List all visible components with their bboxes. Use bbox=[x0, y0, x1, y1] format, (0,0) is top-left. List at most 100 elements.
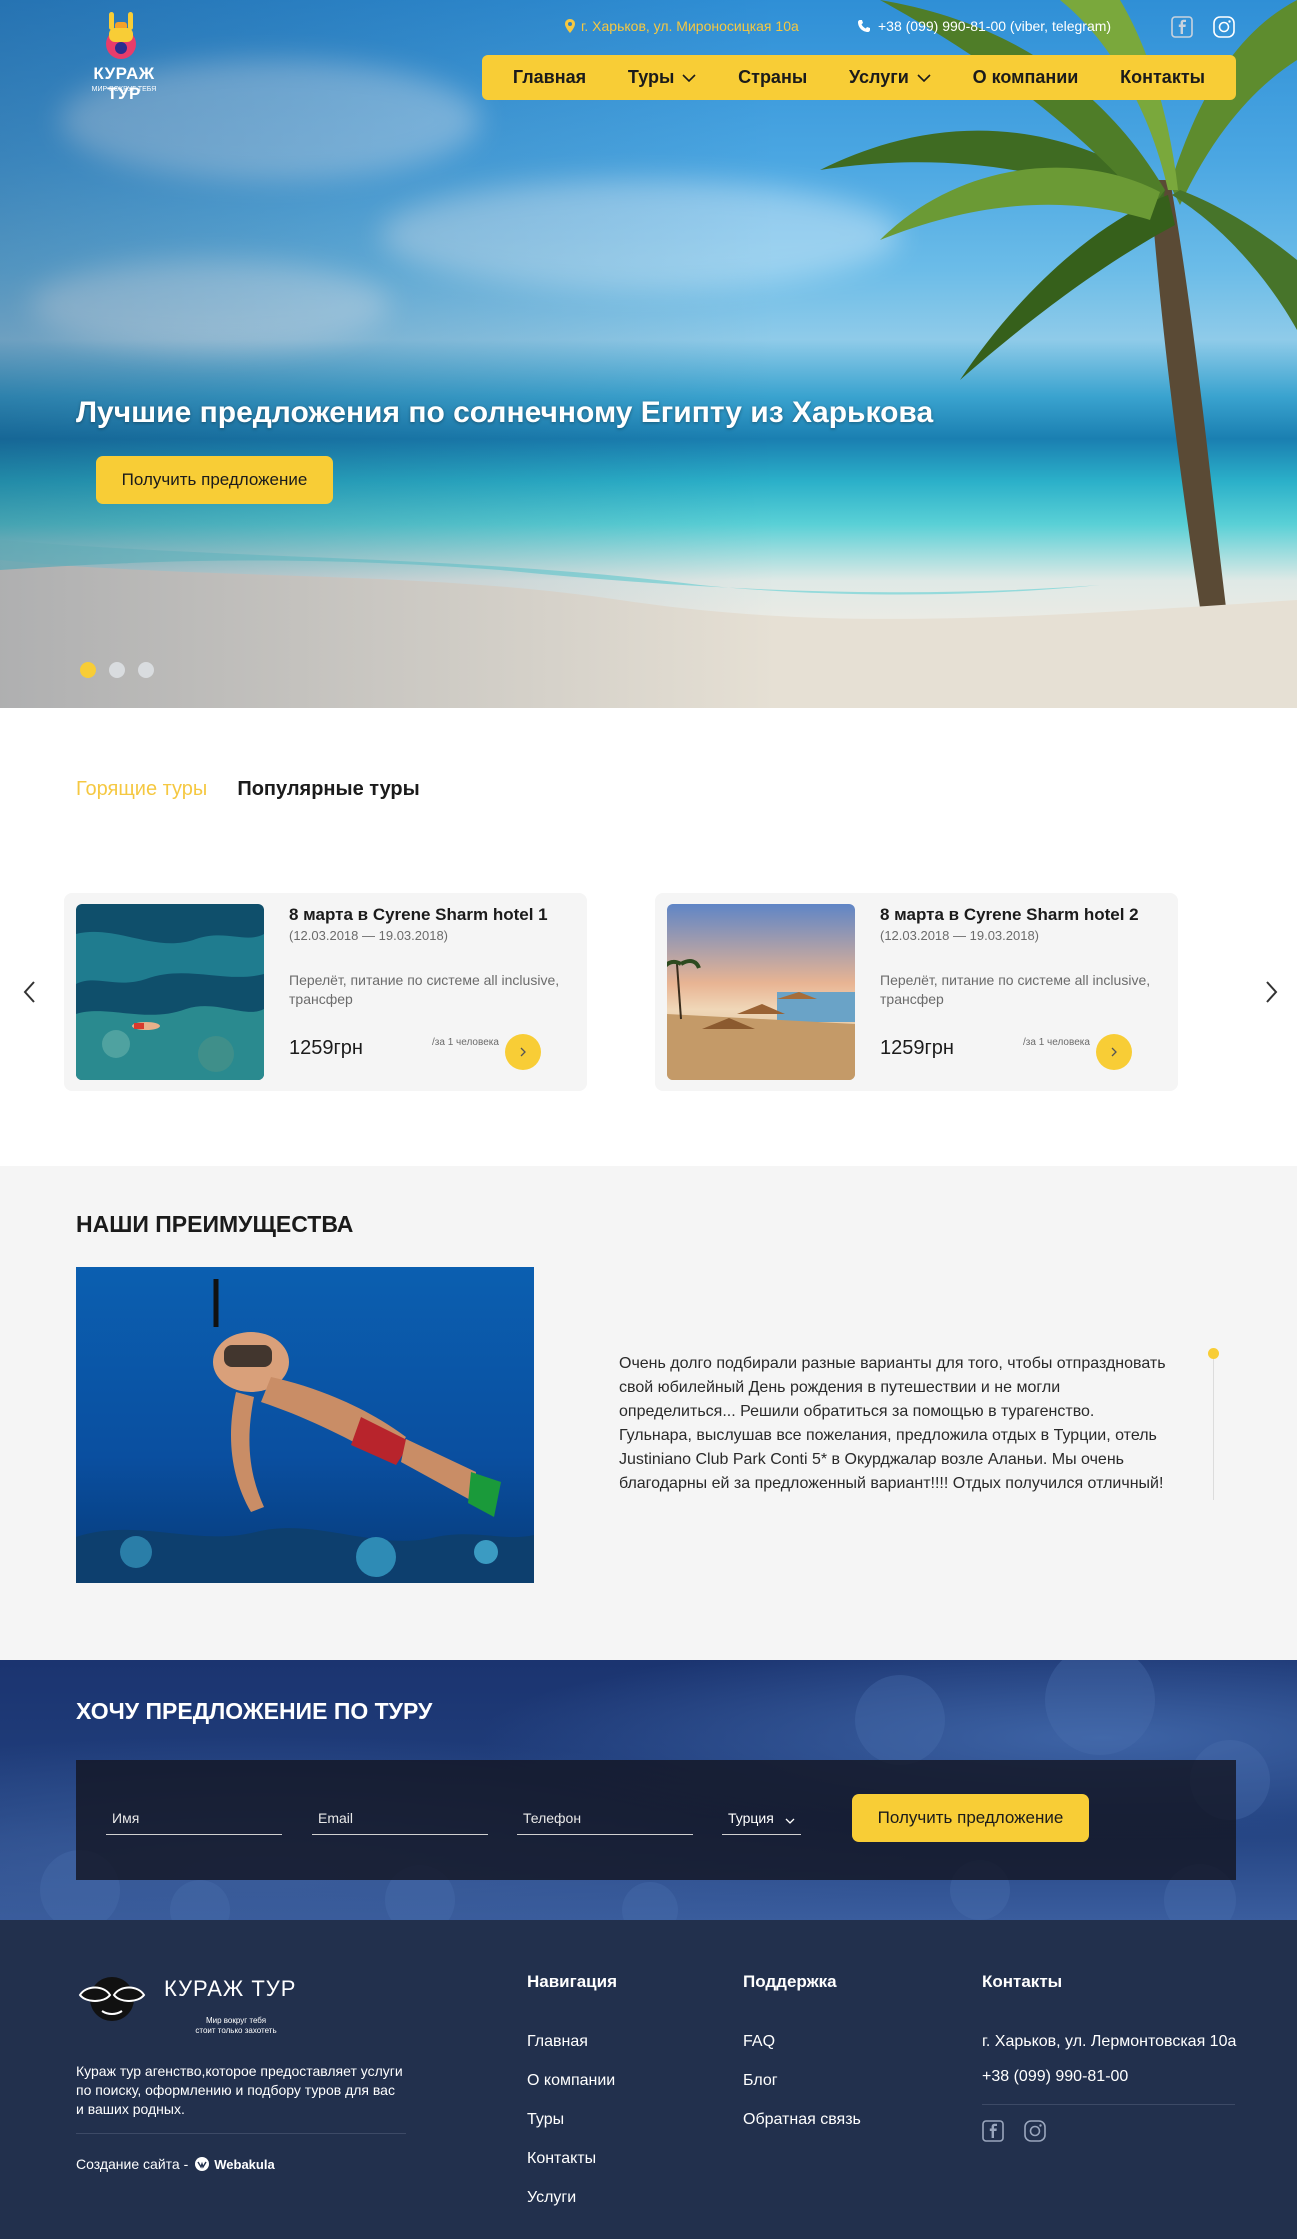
instagram-icon[interactable] bbox=[1024, 2120, 1046, 2142]
tour-card[interactable]: 8 марта в Cyrene Sharm hotel 2 (12.03.20… bbox=[655, 893, 1178, 1091]
footer: КУРАЖ ТУР Мир вокруг тебя стоит только з… bbox=[0, 1920, 1297, 2239]
hero-overlay bbox=[0, 0, 1297, 708]
email-field[interactable] bbox=[312, 1810, 488, 1835]
nav-item-about[interactable]: О компании bbox=[973, 67, 1079, 88]
tour-price-note: /за 1 человека bbox=[432, 1037, 499, 1048]
page: КУРАЖ ТУР МИР ВОКРУГ ТЕБЯ г. Харьков, ул… bbox=[0, 0, 1297, 2239]
name-input[interactable] bbox=[106, 1810, 282, 1826]
brand-name: КУРАЖ ТУР bbox=[93, 64, 155, 103]
tour-title: 8 марта в Cyrene Sharm hotel 1 bbox=[289, 905, 548, 924]
tour-image bbox=[76, 904, 264, 1080]
snorkeler-photo bbox=[76, 1267, 534, 1583]
footer-link-blog[interactable]: Блог bbox=[743, 2072, 778, 2090]
nav-item-home[interactable]: Главная bbox=[513, 67, 586, 88]
footer-contacts-title: Контакты bbox=[982, 1972, 1063, 1991]
tour-tabs: Горящие туры Популярные туры bbox=[76, 778, 420, 801]
advantages-testimonial: Очень долго подбирали разные варианты дл… bbox=[619, 1355, 1166, 1492]
footer-slogan: Мир вокруг тебя стоит только захотеть bbox=[195, 2016, 277, 2035]
chevron-down-icon bbox=[785, 1818, 795, 1824]
chevron-right-icon[interactable] bbox=[1261, 979, 1281, 1005]
instagram-link[interactable] bbox=[1213, 16, 1235, 38]
phone-text: +38 (099) 990-81-00 (viber, telegram) bbox=[878, 18, 1112, 34]
chevron-right-icon bbox=[520, 1047, 526, 1057]
name-field[interactable] bbox=[106, 1810, 282, 1835]
slider-dots bbox=[80, 662, 154, 678]
nav-label: Страны bbox=[738, 67, 808, 87]
footer-support-title: Поддержка bbox=[743, 1972, 837, 1991]
header-address: г. Харьков, ул. Мироносицкая 10а bbox=[565, 18, 799, 34]
tour-image bbox=[667, 904, 855, 1080]
nav-label: Туры bbox=[627, 67, 675, 87]
tour-dates: (12.03.2018 — 19.03.2018) bbox=[289, 928, 449, 943]
tour-details-button[interactable] bbox=[1096, 1034, 1132, 1070]
submit-offer-button[interactable]: Получить предложение bbox=[852, 1794, 1089, 1842]
email-input[interactable] bbox=[312, 1810, 488, 1826]
header-phone[interactable]: +38 (099) 990-81-00 (viber, telegram) bbox=[858, 18, 1111, 34]
tour-description: Перелёт, питание по системе all inclusiv… bbox=[880, 972, 1151, 1007]
hero-banner: КУРАЖ ТУР МИР ВОКРУГ ТЕБЯ г. Харьков, ул… bbox=[0, 0, 1297, 708]
phone-field[interactable] bbox=[517, 1810, 693, 1835]
address-text: г. Харьков, ул. Мироносицкая 10а bbox=[581, 18, 799, 34]
main-nav: Главная Туры Страны Услуги О компании Ко… bbox=[482, 55, 1236, 100]
footer-phone[interactable]: +38 (099) 990-81-00 bbox=[982, 2068, 1128, 2086]
footer-link-services[interactable]: Услуги bbox=[527, 2189, 576, 2207]
form-title: ХОЧУ ПРЕДЛОЖЕНИЕ ПО ТУРУ bbox=[76, 1698, 433, 1724]
footer-link-contacts[interactable]: Контакты bbox=[527, 2150, 596, 2168]
offer-form-section: ХОЧУ ПРЕДЛОЖЕНИЕ ПО ТУРУ Турция Получить… bbox=[0, 1660, 1297, 1920]
credit-name: Webakula bbox=[214, 2156, 275, 2172]
rock-hand-icon bbox=[106, 12, 136, 59]
footer-link-faq[interactable]: FAQ bbox=[743, 2033, 775, 2051]
footer-about: Кураж тур агенство,которое предоставляет… bbox=[76, 2063, 403, 2117]
tour-card[interactable]: 8 марта в Cyrene Sharm hotel 1 (12.03.20… bbox=[64, 893, 587, 1091]
country-value: Турция bbox=[728, 1810, 774, 1826]
slider-dot-2[interactable] bbox=[109, 662, 125, 678]
tour-price: 1259грн bbox=[289, 1037, 363, 1059]
nav-label: О компании bbox=[972, 67, 1079, 87]
footer-brand: КУРАЖ ТУР bbox=[164, 1976, 297, 2001]
chevron-down-icon bbox=[682, 73, 696, 82]
footer-link-home[interactable]: Главная bbox=[527, 2033, 588, 2051]
footer-address: г. Харьков, ул. Лермонтовская 10а bbox=[982, 2033, 1237, 2050]
facebook-link[interactable] bbox=[1171, 16, 1193, 38]
brand-slogan: МИР ВОКРУГ ТЕБЯ bbox=[91, 86, 157, 93]
tour-details-button[interactable] bbox=[505, 1034, 541, 1070]
chevron-left-icon[interactable] bbox=[20, 979, 40, 1005]
tab-hot-tours[interactable]: Горящие туры bbox=[76, 778, 207, 801]
footer-link-about[interactable]: О компании bbox=[527, 2072, 615, 2090]
chevron-down-icon bbox=[917, 73, 931, 82]
webakula-logo-icon bbox=[195, 2157, 210, 2171]
phone-input[interactable] bbox=[517, 1810, 693, 1826]
chevron-right-icon bbox=[1111, 1047, 1117, 1057]
divider bbox=[982, 2104, 1235, 2105]
nav-item-tours[interactable]: Туры bbox=[628, 67, 696, 88]
tab-popular-tours[interactable]: Популярные туры bbox=[237, 778, 419, 801]
divider bbox=[76, 2133, 406, 2134]
nav-item-countries[interactable]: Страны bbox=[738, 67, 807, 88]
hero-cta-button[interactable]: Получить предложение bbox=[96, 456, 333, 504]
footer-link-tours[interactable]: Туры bbox=[527, 2111, 564, 2129]
footer-link-feedback[interactable]: Обратная связь bbox=[743, 2111, 861, 2129]
nav-item-services[interactable]: Услуги bbox=[849, 67, 931, 88]
scroll-track[interactable] bbox=[1213, 1350, 1214, 1500]
advantages-title: НАШИ ПРЕИМУЩЕСТВА bbox=[76, 1211, 354, 1237]
tour-price: 1259грн bbox=[880, 1037, 954, 1059]
country-select[interactable]: Турция bbox=[722, 1810, 801, 1835]
credit-label: Создание сайта - bbox=[76, 2156, 189, 2172]
instagram-icon bbox=[1213, 16, 1235, 38]
facebook-icon bbox=[1171, 16, 1193, 38]
site-credit: Создание сайта - Webakula bbox=[76, 2156, 275, 2172]
nav-label: Контакты bbox=[1120, 67, 1206, 87]
location-pin-icon bbox=[565, 19, 575, 33]
scroll-handle[interactable] bbox=[1208, 1348, 1219, 1359]
footer-logo-icon[interactable] bbox=[76, 1971, 148, 2023]
tour-price-note: /за 1 человека bbox=[1023, 1037, 1090, 1048]
tour-description: Перелёт, питание по системе all inclusiv… bbox=[289, 972, 560, 1007]
webakula-link[interactable]: Webakula bbox=[194, 2156, 275, 2172]
nav-item-contacts[interactable]: Контакты bbox=[1120, 67, 1205, 88]
slider-dot-3[interactable] bbox=[138, 662, 154, 678]
facebook-icon[interactable] bbox=[982, 2120, 1004, 2142]
advantages-section: НАШИ ПРЕИМУЩЕСТВА Очень долго подбирали … bbox=[0, 1166, 1297, 1660]
offer-form: Турция Получить предложение bbox=[76, 1760, 1236, 1880]
brand-logo[interactable]: КУРАЖ ТУР МИР ВОКРУГ ТЕБЯ bbox=[74, 10, 174, 103]
slider-dot-1[interactable] bbox=[80, 662, 96, 678]
